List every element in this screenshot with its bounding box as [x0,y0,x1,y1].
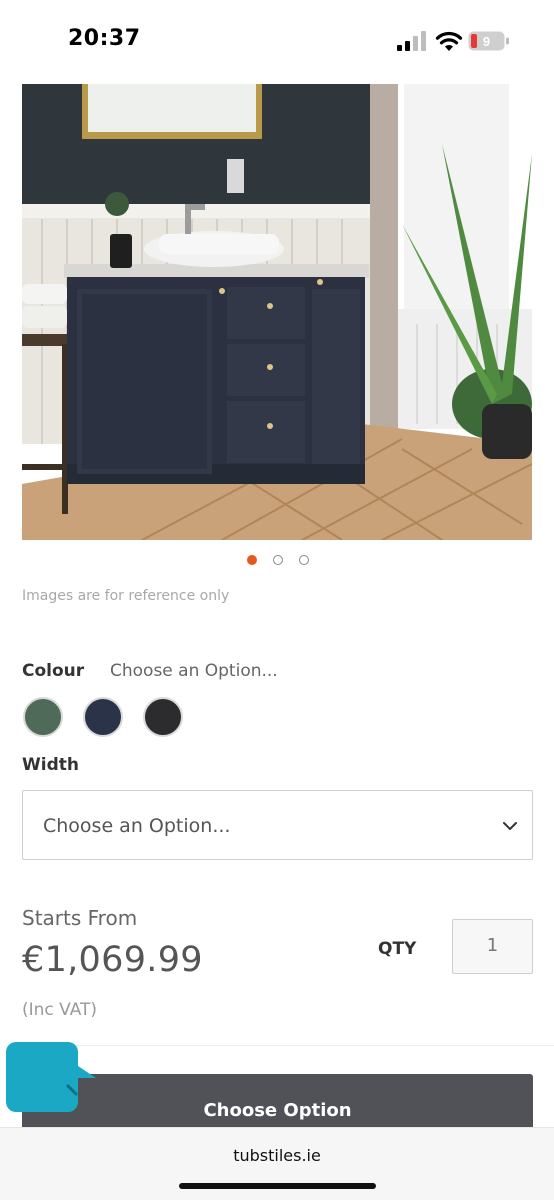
chevron-down-icon [503,822,517,830]
colour-selected-value: Choose an Option... [110,661,278,681]
reference-note: Images are for reference only [22,588,230,604]
qty-label: QTY [378,939,417,959]
cellular-signal-icon [397,31,426,51]
browser-address-bar[interactable]: tubstiles.ie [0,1127,554,1200]
url-text[interactable]: tubstiles.ie [0,1146,554,1165]
home-indicator[interactable] [179,1183,376,1189]
quantity-input[interactable]: 1 [452,919,533,974]
colour-swatch-green[interactable] [23,697,63,737]
choose-option-button-label: Choose Option [203,1100,352,1121]
width-select[interactable]: Choose an Option... [22,790,533,860]
width-label: Width [22,755,79,775]
choose-option-button[interactable]: Choose Option [22,1074,533,1134]
product-photo [22,84,532,540]
chat-bubble-icon[interactable] [6,1042,96,1114]
carousel-dot-1[interactable] [247,555,257,565]
carousel-dot-3[interactable] [299,555,309,565]
width-select-value: Choose an Option... [43,815,231,837]
product-image[interactable] [22,84,532,540]
carousel-dots [0,555,554,567]
battery-level: 9 [483,34,490,49]
status-time: 20:37 [68,26,141,51]
carousel-dot-2[interactable] [273,555,283,565]
battery-icon: 9 [468,31,509,51]
wifi-icon [435,31,463,51]
starts-from-label: Starts From [22,906,138,930]
divider [22,1045,554,1046]
vat-note: (Inc VAT) [22,1000,98,1020]
product-price: €1,069.99 [22,940,203,980]
colour-label: Colour [22,661,85,681]
colour-swatch-navy[interactable] [83,697,123,737]
colour-swatch-charcoal[interactable] [143,697,183,737]
status-bar: 20:37 9 [0,0,554,80]
